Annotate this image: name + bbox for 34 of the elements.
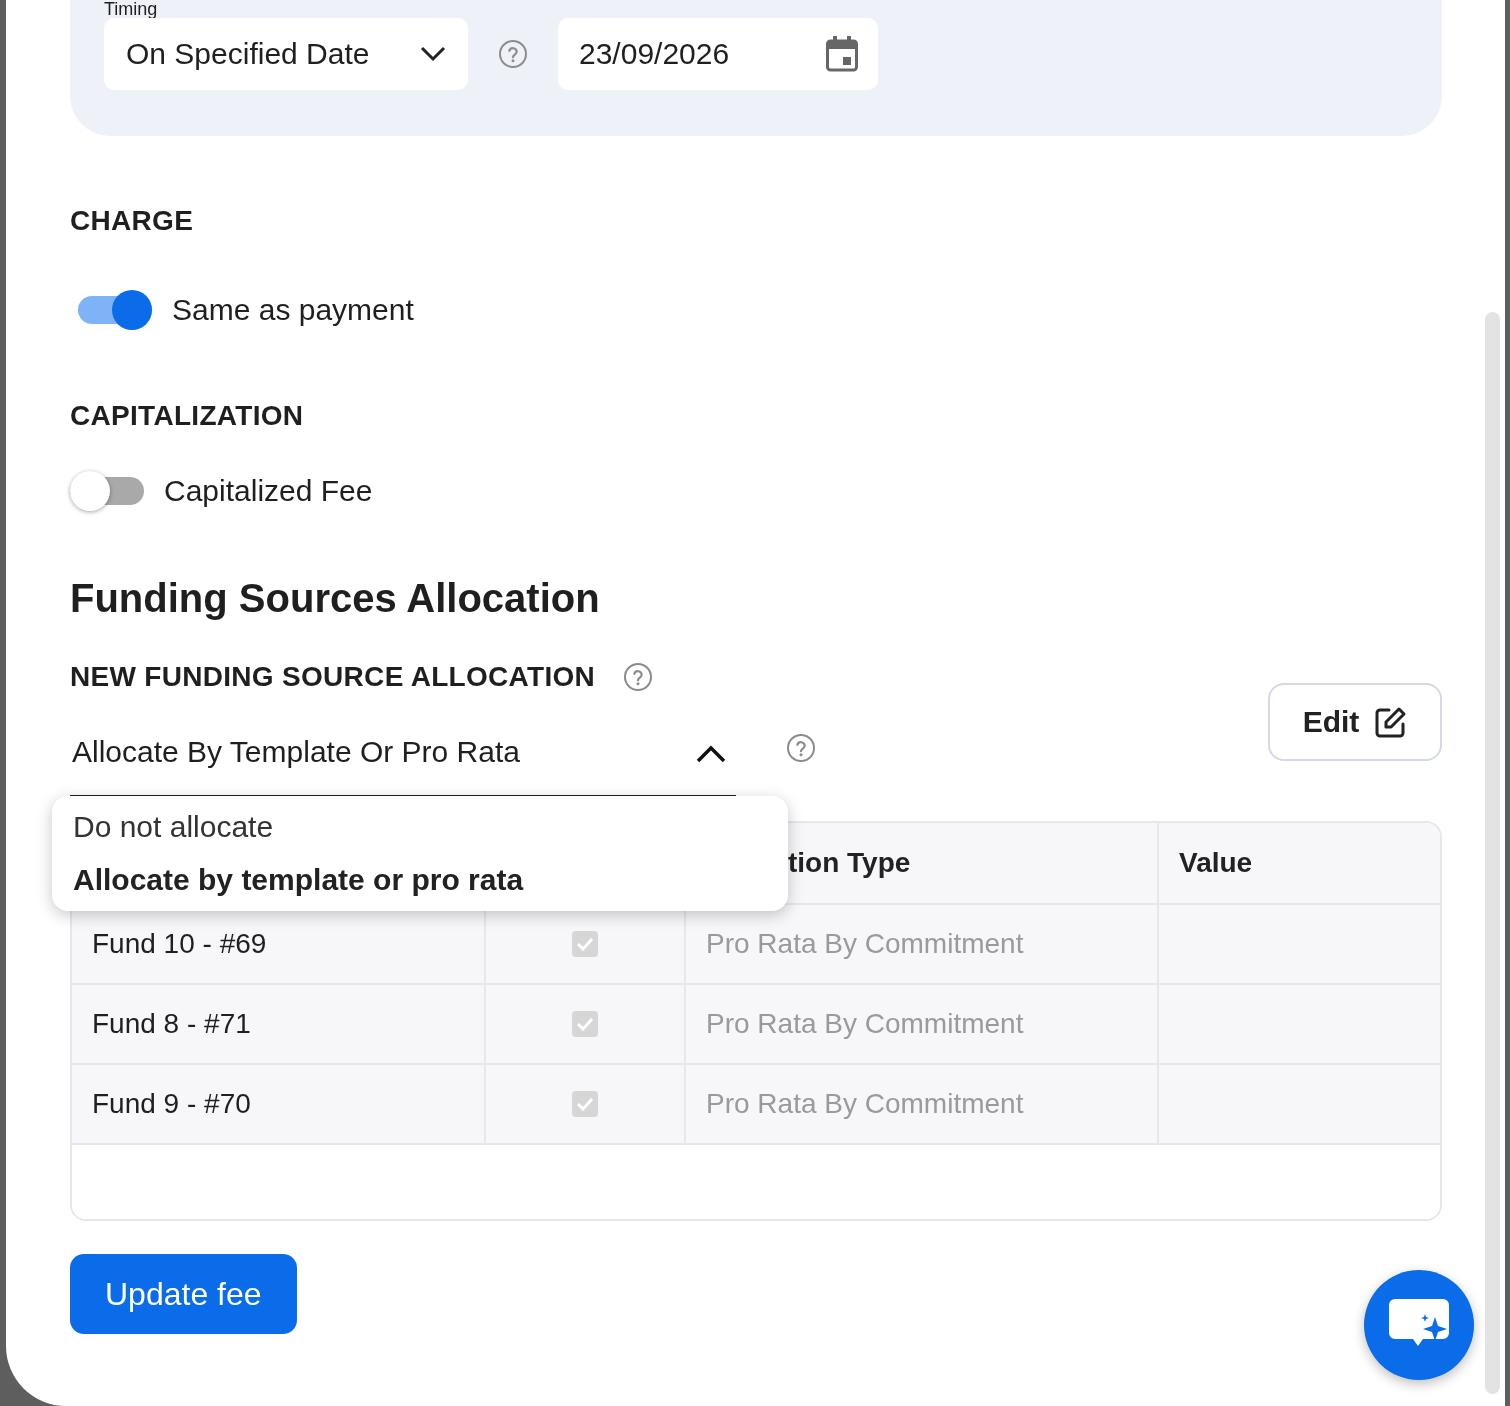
- field-label: Timing: [104, 0, 159, 18]
- table-cell: Pro Rata By Commitment: [706, 1088, 1024, 1120]
- section-heading: CHARGE: [70, 204, 195, 238]
- chevron-down-icon: [420, 46, 446, 62]
- toggle-switch[interactable]: [78, 290, 152, 330]
- column-header: Value: [1179, 847, 1253, 879]
- checkmark-icon: [576, 937, 594, 951]
- help-icon[interactable]: [623, 662, 654, 692]
- table-cell: Fund 10 - #69: [92, 928, 267, 960]
- edit-icon: [1375, 706, 1408, 738]
- section-heading: CAPITALIZATION: [70, 399, 305, 433]
- table-cell: Pro Rata By Commitment: [706, 928, 1024, 960]
- menu-option[interactable]: Do not allocate: [73, 810, 788, 844]
- toggle-switch[interactable]: [70, 471, 144, 511]
- toggle-label: Capitalized Fee: [164, 474, 373, 508]
- toggle-label: Same as payment: [172, 293, 414, 327]
- menu-option[interactable]: Allocate by template or pro rata: [73, 863, 788, 897]
- table-cell: Fund 8 - #71: [92, 1008, 251, 1040]
- checkmark-icon: [576, 1017, 594, 1031]
- date-field[interactable]: 23/09/2026: [558, 18, 878, 90]
- timing-select[interactable]: On Specified Date: [104, 18, 468, 90]
- section-heading: NEW FUNDING SOURCE ALLOCATION: [70, 660, 596, 694]
- checkmark-icon: [576, 1097, 594, 1111]
- table-cell: Pro Rata By Commitment: [706, 1008, 1024, 1040]
- edit-button[interactable]: Edit: [1268, 683, 1442, 761]
- column-header: tion Type: [788, 847, 911, 879]
- help-icon[interactable]: [786, 733, 816, 763]
- help-icon[interactable]: [498, 39, 528, 69]
- section-title: Funding Sources Allocation: [70, 575, 601, 622]
- table-cell: Fund 9 - #70: [92, 1088, 251, 1120]
- scrollbar[interactable]: [1485, 312, 1500, 1394]
- calendar-icon: [826, 36, 858, 72]
- update-fee-button[interactable]: Update fee: [70, 1254, 297, 1334]
- chat-button[interactable]: [1364, 1270, 1474, 1380]
